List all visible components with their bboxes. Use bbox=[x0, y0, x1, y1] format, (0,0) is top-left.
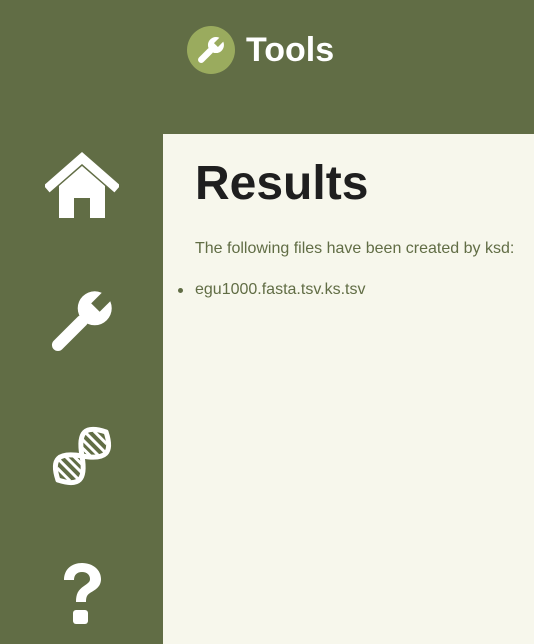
list-item: egu1000.fasta.tsv.ks.tsv bbox=[177, 280, 365, 300]
sidebar-item-help[interactable] bbox=[0, 560, 163, 626]
dna-helix-icon bbox=[52, 426, 111, 486]
house-icon bbox=[44, 152, 119, 218]
wrench-icon bbox=[187, 26, 235, 74]
sidebar-item-dna[interactable] bbox=[0, 418, 163, 494]
results-intro-text: The following files have been created by… bbox=[195, 240, 515, 257]
wrench-icon bbox=[51, 290, 112, 352]
main-content: Results The following files have been cr… bbox=[163, 134, 534, 644]
header-bar: Tools bbox=[0, 0, 534, 134]
sidebar-item-tools[interactable] bbox=[0, 282, 163, 360]
page-title: Results bbox=[195, 157, 369, 210]
sidebar-item-home[interactable] bbox=[0, 152, 163, 220]
file-link[interactable]: egu1000.fasta.tsv.ks.tsv bbox=[195, 281, 365, 298]
question-mark-icon bbox=[63, 563, 101, 624]
app-title: Tools bbox=[246, 31, 335, 69]
brand[interactable]: Tools bbox=[186, 24, 334, 76]
results-file-list: egu1000.fasta.tsv.ks.tsv bbox=[163, 280, 365, 300]
sidebar bbox=[0, 134, 163, 644]
